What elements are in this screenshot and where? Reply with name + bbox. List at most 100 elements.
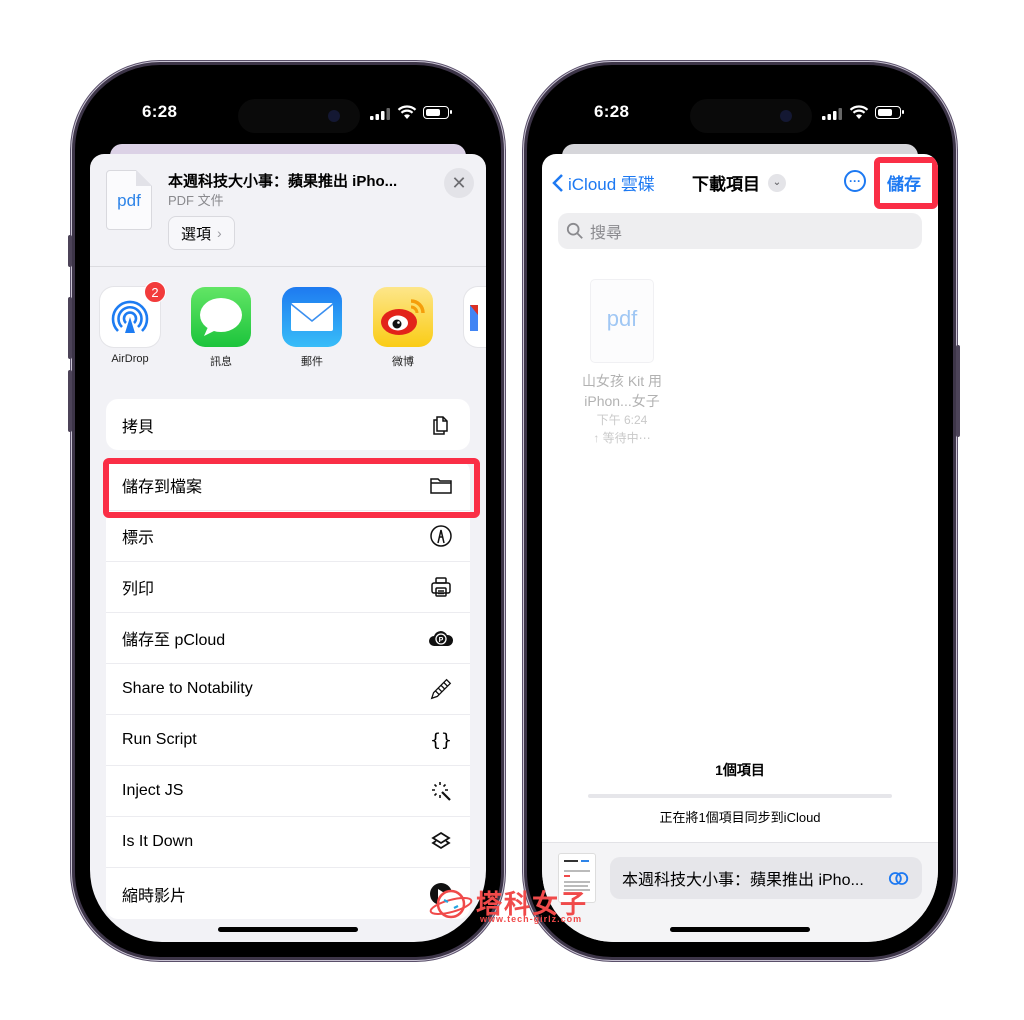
share-apps-row: 2 AirDrop 訊息 郵件 微博: [90, 267, 486, 385]
gmail-icon: [464, 287, 486, 347]
share-header: pdf 本週科技大小事：蘋果推出 iPho... PDF 文件 選項 › ✕: [90, 154, 486, 267]
file-name-line2: iPhon...女子: [584, 393, 660, 409]
home-indicator: [218, 927, 358, 932]
action-run-script[interactable]: Run Script {}: [106, 715, 470, 766]
title-label: 下載項目: [692, 175, 760, 194]
pcloud-icon: P: [428, 625, 454, 651]
options-button[interactable]: 選項 ›: [168, 216, 235, 250]
wifi-icon: [849, 105, 869, 119]
action-label: 縮時影片: [122, 887, 187, 905]
document-type: PDF 文件: [168, 193, 224, 208]
action-pcloud[interactable]: 儲存至 pCloud P: [106, 613, 470, 664]
pencil-icon: [428, 676, 454, 702]
airdrop-badge: 2: [144, 281, 166, 303]
right-screen: 6:28 iCloud 雲碟 下載項目 ⌄ ··· 儲存 搜尋 pdf 山女孩 …: [542, 80, 938, 942]
files-picker-sheet: iCloud 雲碟 下載項目 ⌄ ··· 儲存 搜尋 pdf 山女孩 Kit 用…: [542, 154, 938, 942]
volume-up-button: [68, 297, 72, 359]
magic-wand-icon: [428, 778, 454, 804]
status-bar: 6:28: [542, 80, 938, 140]
more-button[interactable]: ···: [844, 170, 866, 192]
power-button: [956, 345, 960, 437]
app-mail[interactable]: 郵件: [272, 287, 352, 369]
sync-progress-bar: [588, 794, 892, 798]
status-time: 6:28: [142, 102, 178, 121]
signal-icon: [370, 108, 390, 120]
status-bar: 6:28: [90, 80, 486, 140]
pdf-file-icon: pdf: [590, 279, 654, 363]
action-label: 標示: [122, 530, 155, 547]
copy-icon: [428, 412, 454, 438]
folder-title[interactable]: 下載項目 ⌄: [692, 170, 786, 195]
file-item[interactable]: pdf 山女孩 Kit 用 iPhon...女子 下午 6:24 ↑ 等待中⋯: [572, 279, 672, 447]
search-icon: [566, 222, 583, 239]
folder-icon: [428, 472, 454, 498]
app-partial[interactable]: [454, 287, 486, 347]
chevron-down-icon: ⌄: [768, 173, 786, 192]
action-inject-js[interactable]: Inject JS: [106, 766, 470, 817]
action-is-it-down[interactable]: Is It Down: [106, 817, 470, 868]
toggle-icon: [888, 871, 909, 885]
options-label: 選項: [181, 225, 212, 243]
action-label: 儲存至 pCloud: [122, 632, 226, 649]
action-label: Run Script: [122, 731, 197, 748]
app-name: 郵件: [301, 356, 323, 368]
action-button: [68, 235, 72, 267]
app-weibo[interactable]: 微博: [363, 287, 443, 369]
pdf-label: pdf: [117, 191, 141, 210]
printer-icon: [428, 574, 454, 600]
ellipsis-icon: ···: [849, 174, 861, 188]
status-time: 6:28: [594, 102, 630, 121]
app-messages[interactable]: 訊息: [181, 287, 261, 369]
battery-icon: [423, 106, 452, 119]
shortcuts-icon: [428, 829, 454, 855]
dynamic-island: [690, 99, 812, 133]
wifi-icon: [397, 105, 417, 119]
weibo-icon: [373, 287, 433, 347]
action-save-to-files[interactable]: 儲存到檔案: [106, 460, 470, 511]
filename-text: 本週科技大小事：蘋果推出 iPho...: [622, 872, 864, 889]
file-time: 下午 6:24: [596, 413, 648, 427]
battery-icon: [875, 106, 904, 119]
braces-icon: {}: [430, 729, 452, 751]
close-icon: ✕: [451, 172, 467, 193]
mail-icon: [282, 287, 342, 347]
chevron-right-icon: ›: [217, 225, 222, 241]
camera-dot: [780, 110, 792, 122]
action-copy[interactable]: 拷貝: [106, 399, 470, 450]
back-label: iCloud 雲碟: [568, 175, 655, 194]
watermark-logo-icon: [429, 889, 473, 919]
home-indicator: [670, 927, 810, 932]
airdrop-icon: 2: [100, 281, 166, 347]
sync-status: 正在將1個項目同步到iCloud: [659, 810, 821, 825]
markup-icon: [428, 523, 454, 549]
camera-dot: [328, 110, 340, 122]
save-button[interactable]: 儲存: [887, 170, 921, 195]
svg-text:P: P: [439, 637, 444, 644]
action-label: Inject JS: [122, 782, 184, 799]
filename-input[interactable]: 本週科技大小事：蘋果推出 iPho...: [610, 857, 922, 899]
left-phone-frame: 6:28 pdf 本週科技大小事：蘋果推出 iPho... PDF 文件 選項 …: [68, 62, 504, 960]
item-count: 1個項目: [715, 762, 765, 778]
volume-down-button: [68, 370, 72, 432]
back-button[interactable]: iCloud 雲碟: [552, 170, 655, 195]
file-name-line1: 山女孩 Kit 用: [581, 373, 663, 389]
action-timelapse[interactable]: 縮時影片: [106, 868, 470, 919]
action-markup[interactable]: 標示: [106, 511, 470, 562]
search-field[interactable]: 搜尋: [558, 213, 922, 249]
search-placeholder: 搜尋: [590, 225, 623, 242]
watermark: 塔科女子 www.tech-girlz.com: [428, 880, 588, 930]
action-notability[interactable]: Share to Notability: [106, 664, 470, 715]
app-name: 微博: [392, 356, 414, 368]
action-list: 拷貝 儲存到檔案 標示 列印 儲存至 pCloud P Share to Not…: [106, 399, 470, 929]
chevron-left-icon: [552, 173, 563, 192]
right-phone-frame: 6:28 iCloud 雲碟 下載項目 ⌄ ··· 儲存 搜尋 pdf 山女孩 …: [524, 62, 960, 960]
app-name: 訊息: [210, 356, 232, 368]
pdf-label: pdf: [606, 306, 638, 331]
app-airdrop[interactable]: 2 AirDrop: [90, 281, 170, 365]
share-sheet: pdf 本週科技大小事：蘋果推出 iPho... PDF 文件 選項 › ✕ 2…: [90, 154, 486, 942]
pdf-file-icon: pdf: [106, 170, 152, 230]
close-button[interactable]: ✕: [444, 168, 474, 198]
action-group-main: 儲存到檔案 標示 列印 儲存至 pCloud P Share to Notabi…: [106, 460, 470, 919]
action-print[interactable]: 列印: [106, 562, 470, 613]
file-name: 山女孩 Kit 用 iPhon...女子: [572, 371, 672, 411]
